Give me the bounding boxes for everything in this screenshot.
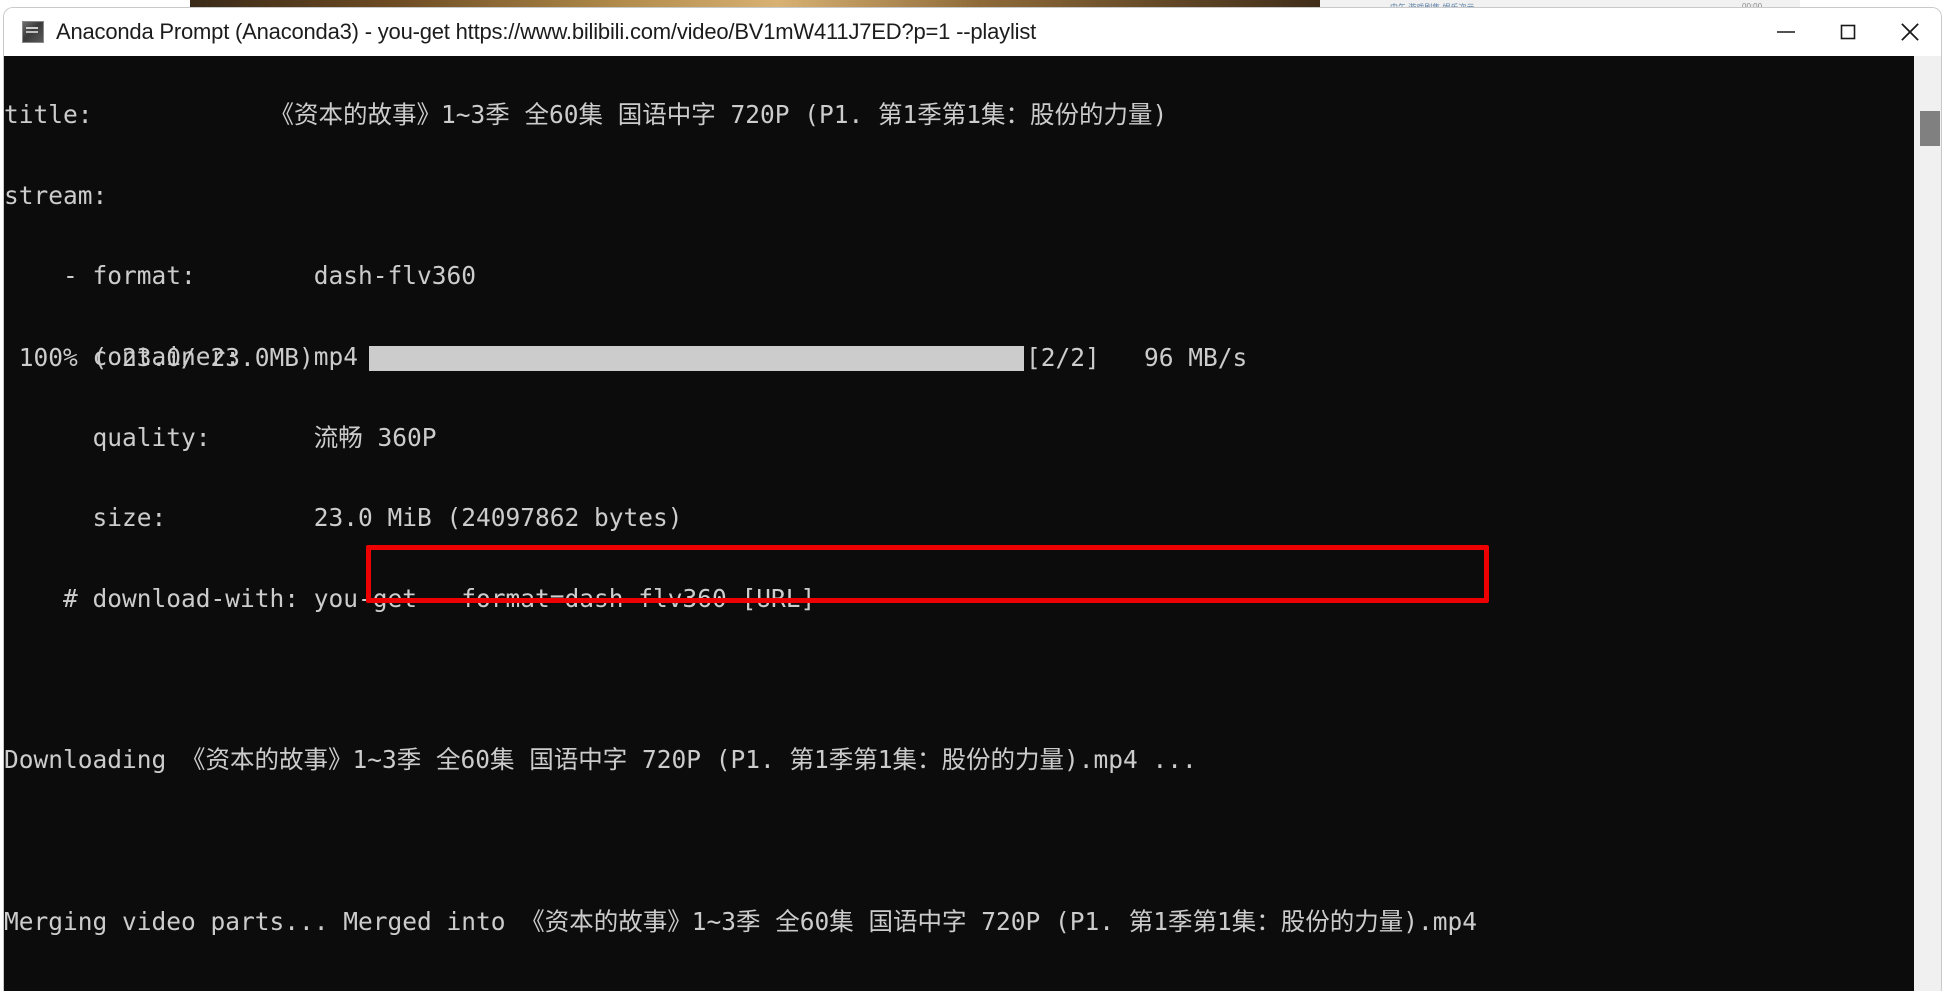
minimize-button[interactable] bbox=[1755, 8, 1817, 56]
window-title: Anaconda Prompt (Anaconda3) - you-get ht… bbox=[56, 19, 1037, 44]
progress-parts-and-speed: [2/2] 96 MB/s bbox=[1026, 343, 1248, 372]
maximize-icon bbox=[1840, 24, 1856, 40]
close-button[interactable] bbox=[1879, 8, 1941, 56]
console-output-area[interactable]: title: 《资本的故事》1~3季 全60集 国语中字 720P (P1. 第… bbox=[4, 56, 1941, 991]
console-line-progress-placeholder bbox=[4, 828, 1884, 855]
console-line: # download-with: you-get --format=dash-f… bbox=[4, 584, 816, 614]
console-line: Merging video parts... Merged into 《资本的故… bbox=[4, 906, 1478, 936]
maximize-button[interactable] bbox=[1817, 8, 1879, 56]
console-line: Downloading 《资本的故事》1~3季 全60集 国语中字 720P (… bbox=[4, 745, 1197, 775]
console-line: title: 《资本的故事》1~3季 全60集 国语中字 720P (P1. 第… bbox=[4, 99, 1168, 129]
anaconda-prompt-window: Anaconda Prompt (Anaconda3) - you-get ht… bbox=[4, 8, 1941, 991]
console-line: size: 23.0 MiB (24097862 bytes) bbox=[4, 503, 683, 533]
close-icon bbox=[1901, 23, 1919, 41]
terminal-icon bbox=[22, 21, 44, 43]
download-progress-row: 100% ( 23.0/ 23.0MB) [2/2] 96 MB/s bbox=[4, 343, 1884, 372]
minimize-icon bbox=[1777, 31, 1795, 33]
console-line: quality: 流畅 360P bbox=[4, 422, 437, 452]
console-text: title: 《资本的故事》1~3季 全60集 国语中字 720P (P1. 第… bbox=[4, 56, 1884, 991]
console-line: stream: bbox=[4, 180, 108, 210]
window-controls bbox=[1755, 8, 1941, 56]
progress-percent-label: 100% ( 23.0/ 23.0MB) bbox=[4, 343, 314, 372]
console-line: - format: dash-flv360 bbox=[4, 261, 477, 291]
scrollbar-thumb[interactable] bbox=[1920, 111, 1940, 146]
title-bar[interactable]: Anaconda Prompt (Anaconda3) - you-get ht… bbox=[4, 8, 1941, 56]
vertical-scrollbar[interactable] bbox=[1914, 56, 1941, 991]
progress-bar bbox=[369, 346, 1024, 371]
